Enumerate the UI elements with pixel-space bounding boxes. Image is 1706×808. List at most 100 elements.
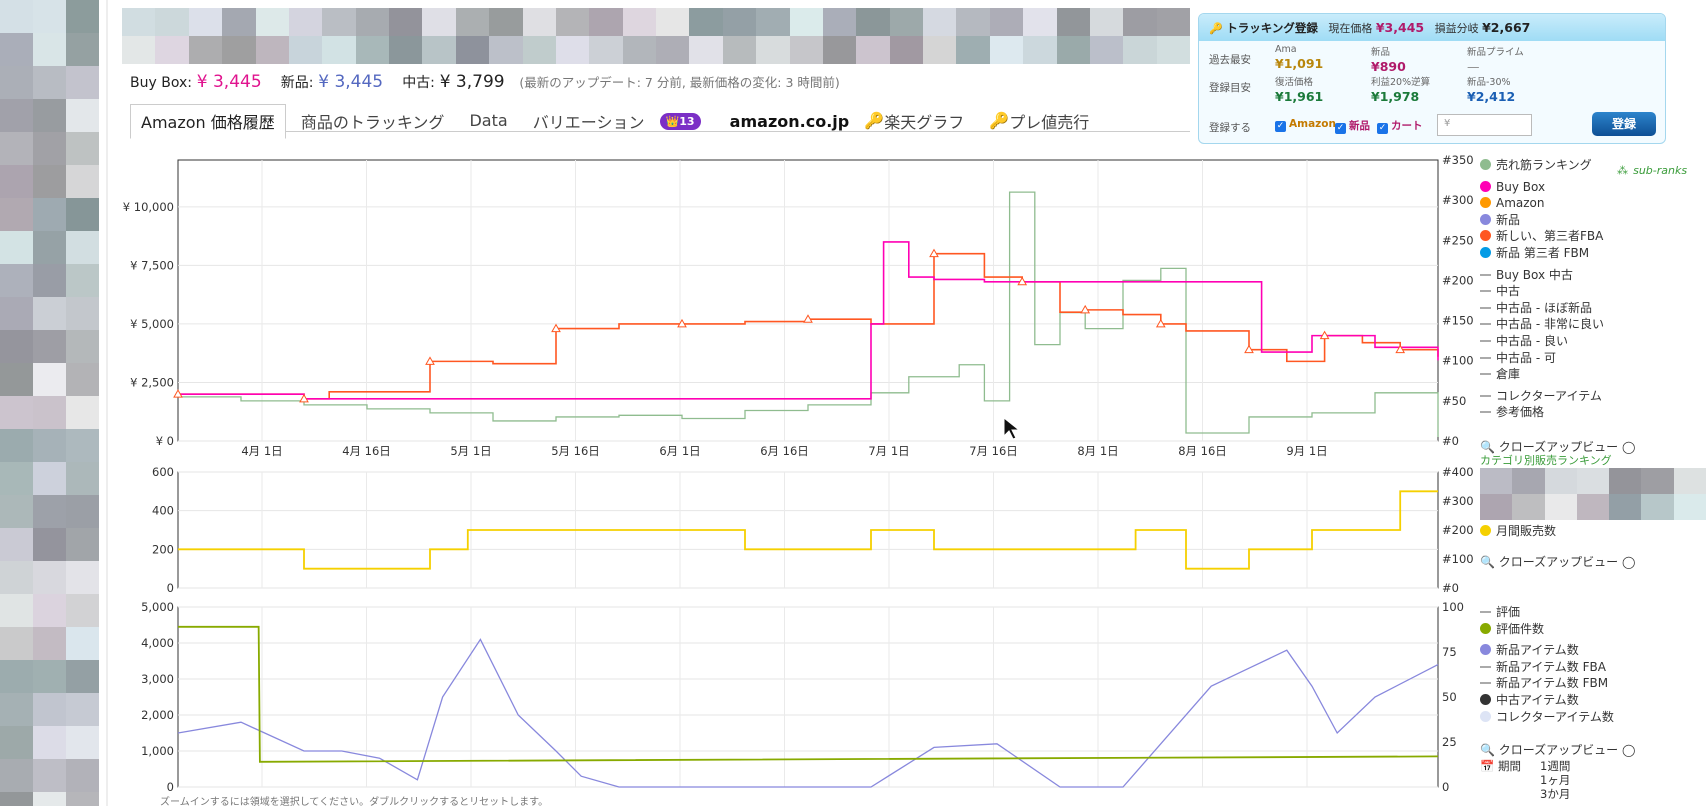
- y2-tick-label: 0: [1442, 780, 1449, 794]
- legend-item[interactable]: 評価件数: [1480, 621, 1614, 638]
- zoom-toggle-2[interactable]: 🔍 クローズアップビュー ◯: [1480, 553, 1635, 570]
- legend-swatch: [1480, 693, 1491, 705]
- y-tick-label: ¥ 7,500: [130, 258, 174, 272]
- toggle-icon: ◯: [1622, 555, 1636, 569]
- zoom-label-3: クローズアップビュー: [1498, 743, 1619, 757]
- legend-item[interactable]: 倉庫: [1480, 366, 1604, 383]
- y2-tick-label: 100: [1442, 600, 1464, 614]
- y-tick-label: ¥ 10,000: [123, 200, 174, 214]
- legend-item[interactable]: 参考価格: [1480, 404, 1604, 421]
- x-tick-label: 4月 1日: [241, 444, 282, 458]
- legend-swatch: [1480, 394, 1491, 397]
- legend-label: コレクターアイテム数: [1496, 709, 1614, 724]
- legend-swatch: [1480, 246, 1491, 258]
- legend-price: 売れ筋ランキング Buy Box Amazon 新品新しい、第三者FBA 新品 第三者 …: [1480, 157, 1604, 421]
- x-tick-label: 4月 16日: [342, 444, 391, 458]
- legend-swatch: [1480, 373, 1491, 376]
- y-tick-label: 4,000: [141, 636, 174, 650]
- legend-swatch: [1480, 710, 1491, 722]
- legend-swatch: [1480, 213, 1491, 225]
- legend-item[interactable]: 新品 第三者 FBM: [1480, 245, 1604, 262]
- legend-item[interactable]: 中古品 - 良い: [1480, 333, 1604, 350]
- x-tick-label: 5月 1日: [450, 444, 491, 458]
- legend-item[interactable]: Buy Box 中古: [1480, 267, 1604, 284]
- subranks-link[interactable]: ⁂ sub-ranks: [1617, 159, 1687, 178]
- period-3m[interactable]: 3か月: [1540, 786, 1570, 802]
- legend-item[interactable]: 新品: [1480, 212, 1604, 229]
- legend-item[interactable]: コレクターアイテム: [1480, 388, 1604, 405]
- legend-item[interactable]: 新品アイテム数 FBM: [1480, 675, 1614, 692]
- legend-label: コレクターアイテム: [1496, 388, 1602, 403]
- x-tick-label: 6月 1日: [659, 444, 700, 458]
- legend-swatch: [1480, 323, 1491, 326]
- legend-label: 中古品 - 可: [1496, 350, 1556, 365]
- zoom-label-2: クローズアップビュー: [1498, 555, 1619, 569]
- legend-swatch: [1480, 339, 1491, 342]
- legend-offers: 評価 評価件数新品アイテム数 新品アイテム数 FBA 新品アイテム数 FBM 中古アイテ…: [1480, 604, 1614, 725]
- y2-tick-label: #400: [1442, 465, 1474, 479]
- y2-tick-label: #250: [1442, 233, 1474, 247]
- legend-swatch: [1480, 230, 1491, 242]
- legend-swatch: [1480, 411, 1491, 414]
- subranks-icon: ⁂: [1617, 164, 1628, 177]
- y-tick-label: ¥ 0: [156, 434, 174, 448]
- y2-tick-label: #300: [1442, 494, 1474, 508]
- zoom-toggle-3[interactable]: 🔍 クローズアップビュー ◯: [1480, 741, 1635, 758]
- legend-item[interactable]: Amazon: [1480, 195, 1604, 212]
- legend-item[interactable]: 中古品 - 可: [1480, 350, 1604, 367]
- legend-item[interactable]: 中古品 - ほぼ新品: [1480, 300, 1604, 317]
- keepa-charts[interactable]: ¥ 0 ¥ 2,500 ¥ 5,000 ¥ 7,500 ¥ 10,000 #0 #50 #10…: [0, 0, 1706, 806]
- legend-label: 倉庫: [1496, 367, 1521, 382]
- x-tick-label: 8月 1日: [1077, 444, 1118, 458]
- legend-label: 新品: [1496, 212, 1521, 227]
- blur-tile: [1576, 494, 1610, 520]
- subranks-label: sub-ranks: [1633, 164, 1688, 177]
- y-tick-label: 0: [167, 780, 174, 794]
- y-tick-label: 400: [152, 504, 174, 518]
- toggle-icon: ◯: [1622, 440, 1636, 454]
- legend-label: Amazon: [1496, 196, 1545, 211]
- y2-tick-label: #350: [1442, 153, 1474, 167]
- legend-label: 中古アイテム数: [1496, 692, 1579, 707]
- legend-dot: [1480, 525, 1491, 536]
- legend-label: 中古品 - 良い: [1496, 333, 1568, 348]
- y2-tick-label: 75: [1442, 645, 1457, 659]
- y-tick-label: 0: [167, 581, 174, 595]
- blur-tile: [1609, 494, 1642, 520]
- legend-swatch: [1480, 290, 1491, 293]
- blur-tile: [1641, 468, 1674, 494]
- legend-item[interactable]: 新品アイテム数 FBA: [1480, 659, 1614, 676]
- y-tick-label: 5,000: [141, 600, 174, 614]
- legend-swatch: [1480, 159, 1491, 170]
- legend-label: 評価件数: [1496, 621, 1545, 636]
- legend-item[interactable]: 売れ筋ランキング: [1480, 157, 1604, 174]
- legend-item[interactable]: 評価: [1480, 604, 1614, 621]
- legend-label: Buy Box: [1496, 179, 1546, 194]
- legend-item[interactable]: 中古品 - 非常に良い: [1480, 316, 1604, 333]
- x-tick-label: 8月 16日: [1178, 444, 1227, 458]
- legend-item[interactable]: 中古: [1480, 283, 1604, 300]
- legend-label: 新しい、第三者FBA: [1496, 229, 1604, 244]
- y2-tick-label: #0: [1442, 434, 1459, 448]
- y2-tick-label: #150: [1442, 314, 1474, 328]
- mouse-cursor-icon: [1003, 416, 1021, 440]
- x-tick-label: 5月 16日: [551, 444, 600, 458]
- legend-item[interactable]: Buy Box: [1480, 179, 1604, 196]
- y2-tick-label: #50: [1442, 394, 1466, 408]
- legend-item[interactable]: 新品アイテム数: [1480, 642, 1614, 659]
- legend-item[interactable]: 中古アイテム数: [1480, 692, 1614, 709]
- y2-tick-label: 50: [1442, 690, 1457, 704]
- legend-item[interactable]: 新しい、第三者FBA: [1480, 228, 1604, 245]
- legend-item[interactable]: コレクターアイテム数: [1480, 709, 1614, 726]
- legend-swatch: [1480, 622, 1491, 634]
- blur-tile: [1512, 468, 1545, 494]
- period-label: 期間: [1497, 759, 1521, 773]
- legend-label: 参考価格: [1496, 405, 1545, 420]
- period-selector: 📅 期間 1週間 1ヶ月 3か月: [1480, 758, 1570, 801]
- y2-tick-label: #300: [1442, 193, 1474, 207]
- category-rank-label: カテゴリ別販売ランキング: [1480, 454, 1612, 467]
- y-tick-label: 200: [152, 542, 174, 556]
- y-tick-label: 1,000: [141, 744, 174, 758]
- toggle-icon: ◯: [1622, 743, 1636, 757]
- legend-sales: 月間販売数: [1480, 523, 1556, 540]
